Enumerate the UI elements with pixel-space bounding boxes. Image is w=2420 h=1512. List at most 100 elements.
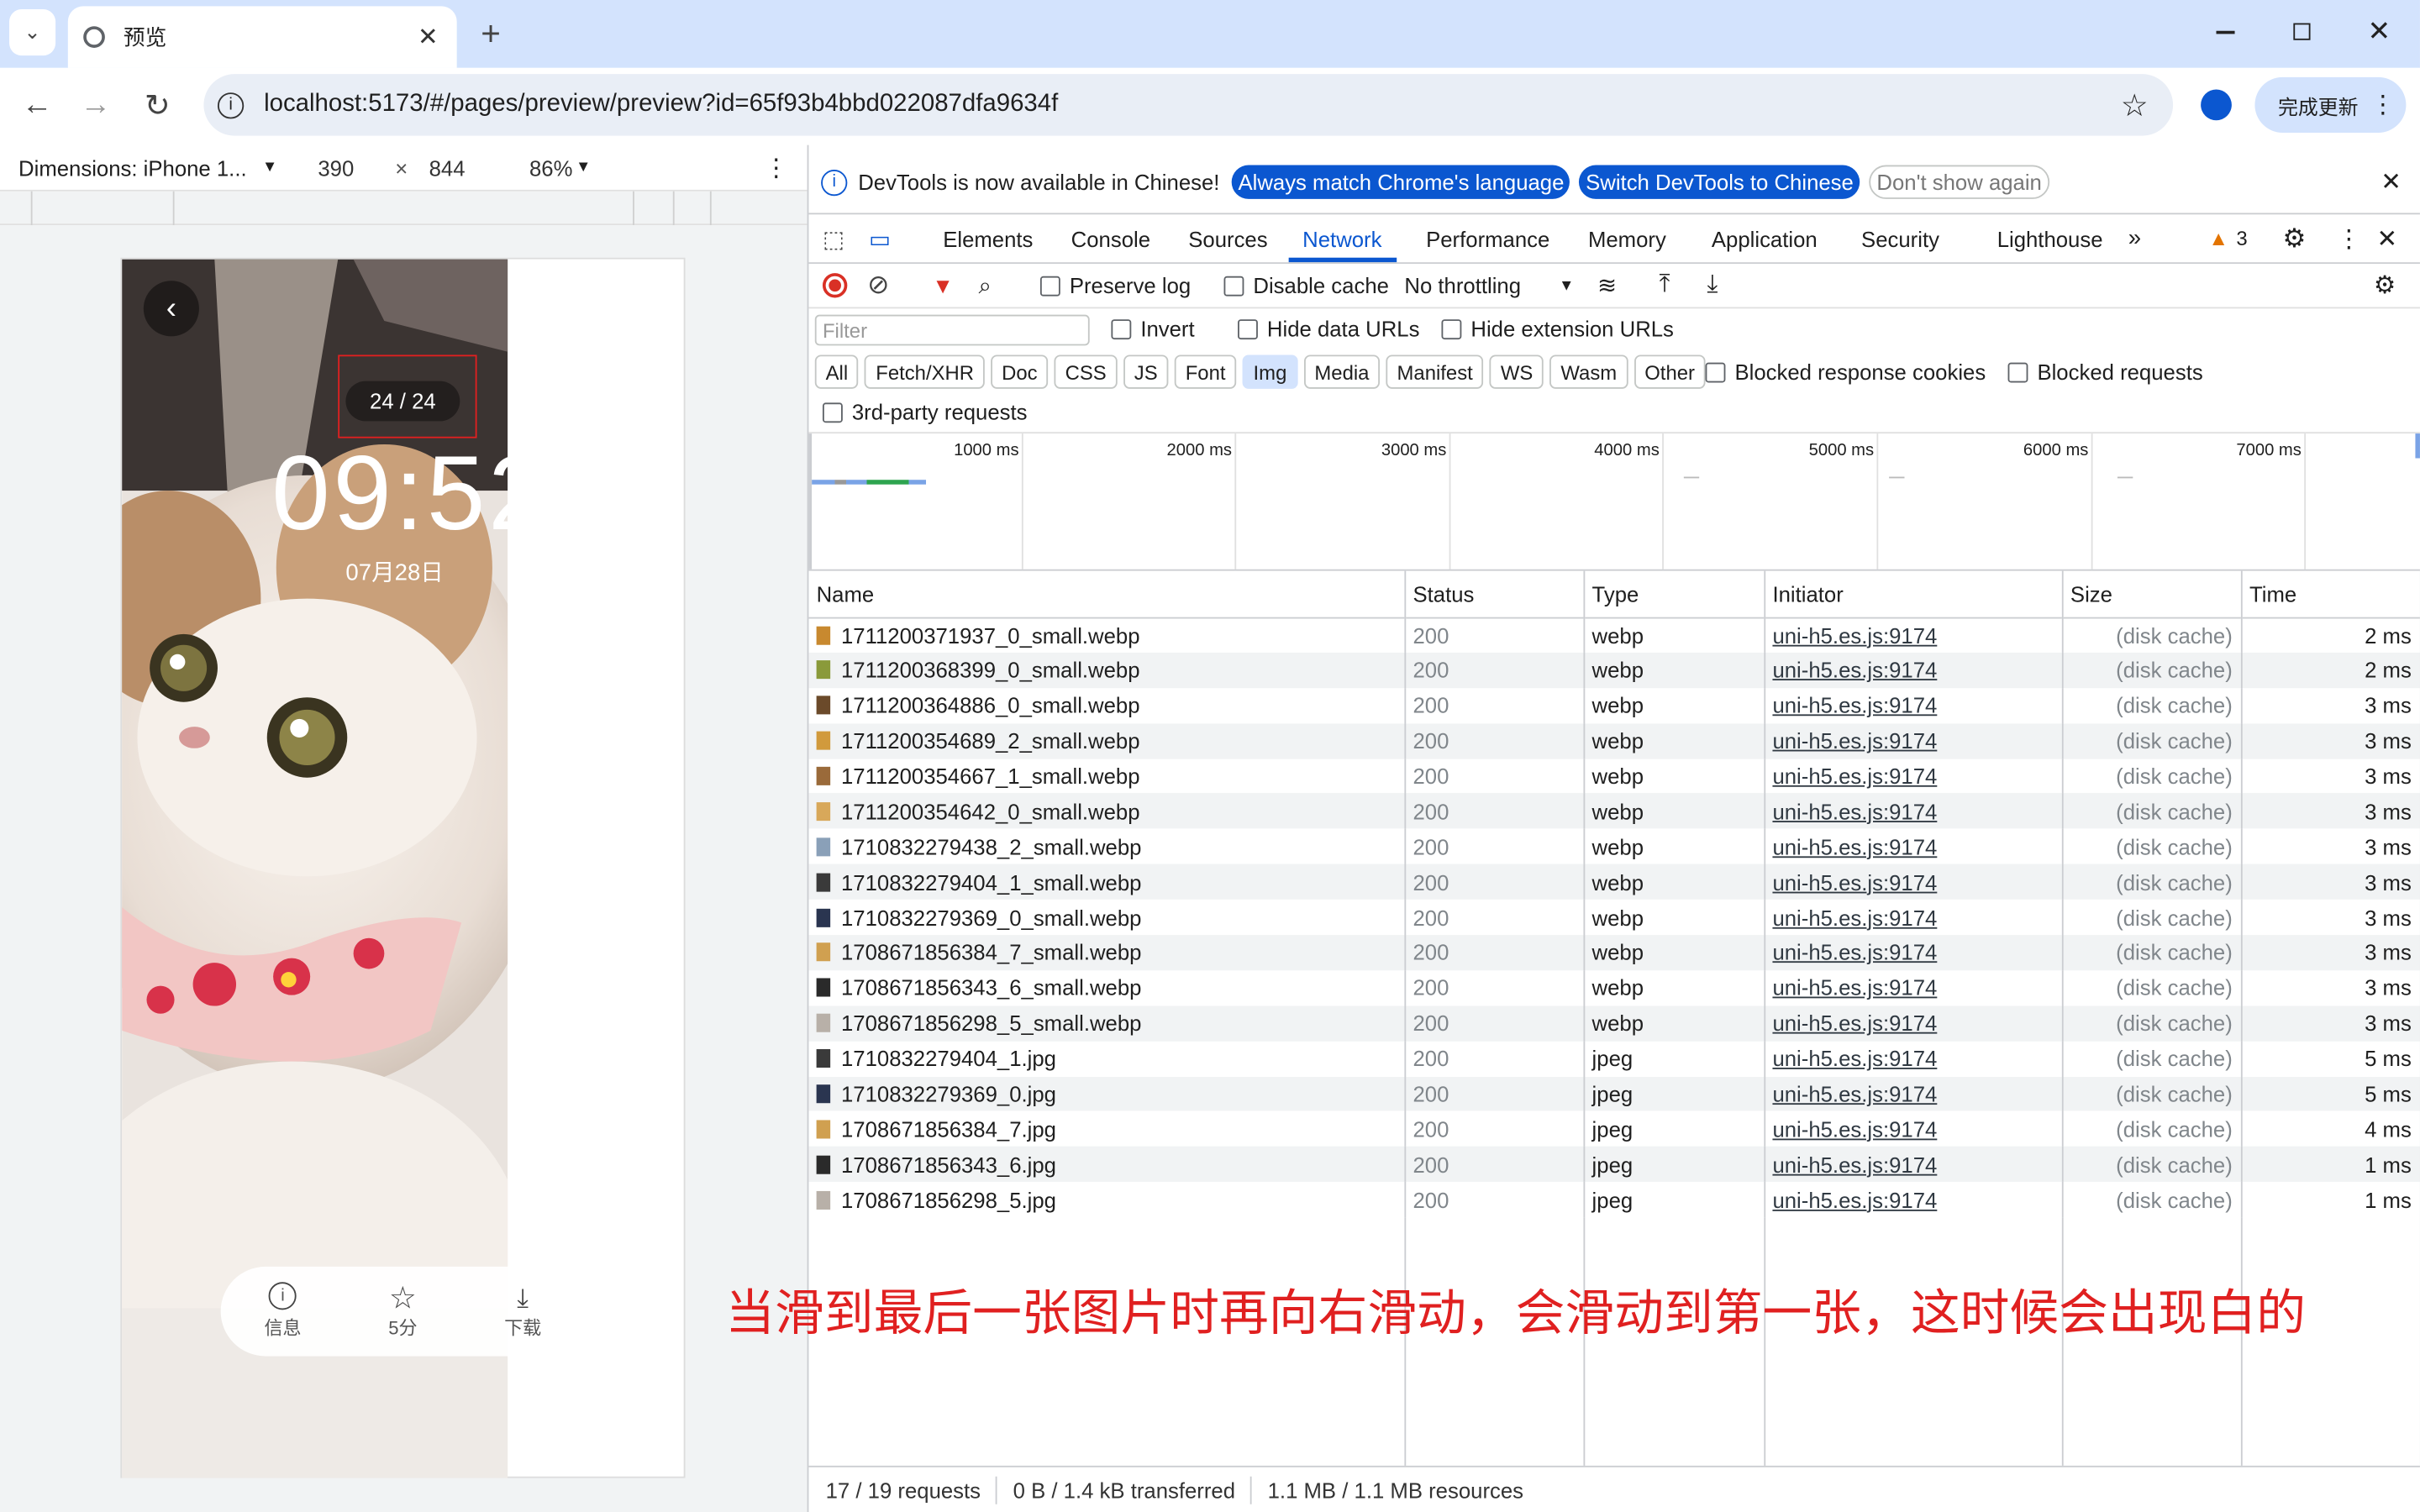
minimize-icon[interactable]	[2216, 30, 2235, 34]
profile-avatar[interactable]	[2201, 89, 2232, 121]
col-initiator[interactable]: Initiator	[1764, 570, 2063, 617]
col-status[interactable]: Status	[1404, 570, 1585, 617]
update-button[interactable]: 完成更新 ⋮	[2254, 76, 2407, 133]
tab-performance[interactable]: Performance	[1426, 226, 1549, 250]
hide-extension-urls-checkbox[interactable]: Hide extension URLs	[1441, 317, 1674, 341]
row-initiator[interactable]: uni-h5.es.js:9174	[1764, 722, 2063, 759]
clear-icon[interactable]: ⊘	[867, 270, 889, 301]
blocked-cookies-checkbox[interactable]: Blocked response cookies	[1705, 360, 1986, 384]
throttling-dropdown-icon[interactable]: ▼	[1559, 277, 1574, 294]
table-row[interactable]: 1708671856298_5_small.webp 200 webp uni-h5.…	[808, 1005, 2420, 1042]
tab-network[interactable]: Network	[1302, 226, 1381, 250]
row-name[interactable]: 1711200354667_1_small.webp	[808, 758, 1406, 794]
search-icon[interactable]: ⌕	[978, 272, 991, 298]
table-row[interactable]: 1710832279404_1_small.webp 200 webp uni-h5.…	[808, 864, 2420, 900]
table-row[interactable]: 1710832279404_1.jpg 200 jpeg uni-h5.es.js:9…	[808, 1041, 2420, 1077]
table-row[interactable]: 1708671856343_6.jpg 200 jpeg uni-h5.es.js:9…	[808, 1147, 2420, 1183]
row-initiator[interactable]: uni-h5.es.js:9174	[1764, 1111, 2063, 1147]
restore-icon[interactable]	[2293, 23, 2311, 40]
device-more-icon[interactable]: ⋮	[764, 152, 788, 183]
table-row[interactable]: 1710832279369_0.jpg 200 jpeg uni-h5.es.js:9…	[808, 1076, 2420, 1112]
hide-data-urls-checkbox[interactable]: Hide data URLs	[1238, 317, 1419, 341]
tab-lighthouse[interactable]: Lighthouse	[1997, 226, 2103, 250]
row-name[interactable]: 1708671856343_6_small.webp	[808, 970, 1406, 1006]
blocked-requests-checkbox[interactable]: Blocked requests	[2007, 360, 2203, 384]
type-media[interactable]: Media	[1303, 354, 1381, 389]
browser-tab[interactable]: 预览 ✕	[67, 6, 457, 68]
table-row[interactable]: 1710832279369_0_small.webp 200 webp uni-h5.…	[808, 900, 2420, 936]
third-party-checkbox[interactable]: 3rd-party requests	[822, 400, 1028, 424]
row-initiator[interactable]: uni-h5.es.js:9174	[1764, 1076, 2063, 1112]
row-name[interactable]: 1710832279369_0.jpg	[808, 1076, 1406, 1112]
tab-elements[interactable]: Elements	[943, 226, 1033, 250]
row-name[interactable]: 1710832279404_1.jpg	[808, 1041, 1406, 1077]
type-css[interactable]: CSS	[1054, 354, 1118, 389]
device-select[interactable]: Dimensions: iPhone 1...	[18, 155, 247, 180]
table-row[interactable]: 1711200368399_0_small.webp 200 webp uni-h5.…	[808, 652, 2420, 688]
reload-icon[interactable]: ↻	[133, 81, 182, 130]
table-row[interactable]: 1711200354642_0_small.webp 200 webp uni-h5.…	[808, 793, 2420, 829]
row-initiator[interactable]: uni-h5.es.js:9174	[1764, 1005, 2063, 1042]
row-name[interactable]: 1711200364886_0_small.webp	[808, 687, 1406, 723]
table-row[interactable]: 1711200364886_0_small.webp 200 webp uni-h5.…	[808, 687, 2420, 723]
disable-cache-checkbox[interactable]: Disable cache	[1223, 273, 1389, 297]
row-initiator[interactable]: uni-h5.es.js:9174	[1764, 1041, 2063, 1077]
row-name[interactable]: 1708671856384_7.jpg	[808, 1111, 1406, 1147]
info-action[interactable]: i 信息	[264, 1282, 302, 1341]
table-row[interactable]: 1708671856384_7_small.webp 200 webp uni-h5.…	[808, 935, 2420, 971]
network-settings-icon[interactable]: ⚙	[2374, 270, 2396, 301]
table-row[interactable]: 1708671856343_6_small.webp 200 webp uni-h5.…	[808, 970, 2420, 1006]
switch-chinese-button[interactable]: Switch DevTools to Chinese	[1579, 165, 1860, 199]
row-name[interactable]: 1708671856384_7_small.webp	[808, 935, 1406, 971]
preserve-log-checkbox[interactable]: Preserve log	[1039, 273, 1191, 297]
dont-show-button[interactable]: Don't show again	[1869, 165, 2050, 199]
col-type[interactable]: Type	[1583, 570, 1765, 617]
rating-action[interactable]: ☆ 5分	[388, 1283, 417, 1340]
devtools-close-icon[interactable]: ✕	[2377, 223, 2398, 254]
address-bar[interactable]: i localhost:5173/#/pages/preview/preview…	[203, 74, 2174, 136]
row-initiator[interactable]: uni-h5.es.js:9174	[1764, 828, 2063, 864]
tab-sources[interactable]: Sources	[1188, 226, 1267, 250]
throttling-select[interactable]: No throttling	[1404, 273, 1521, 297]
type-wasm[interactable]: Wasm	[1549, 354, 1628, 389]
forward-icon[interactable]: →	[71, 81, 120, 130]
type-js[interactable]: JS	[1123, 354, 1169, 389]
row-name[interactable]: 1711200368399_0_small.webp	[808, 652, 1406, 688]
network-conditions-icon[interactable]: ≋	[1597, 271, 1617, 299]
import-har-icon[interactable]: ⤒	[1659, 271, 1670, 299]
type-doc[interactable]: Doc	[991, 354, 1049, 389]
device-height-input[interactable]: 844	[429, 155, 466, 180]
row-name[interactable]: 1708671856343_6.jpg	[808, 1147, 1406, 1183]
invert-checkbox[interactable]: Invert	[1111, 317, 1195, 341]
table-row[interactable]: 1708671856384_7.jpg 200 jpeg uni-h5.es.js:9…	[808, 1111, 2420, 1147]
infobar-close-icon[interactable]: ✕	[2381, 166, 2402, 197]
row-name[interactable]: 1710832279404_1_small.webp	[808, 864, 1406, 900]
table-row[interactable]: 1710832279438_2_small.webp 200 webp uni-h5.…	[808, 828, 2420, 864]
row-initiator[interactable]: uni-h5.es.js:9174	[1764, 687, 2063, 723]
row-initiator[interactable]: uni-h5.es.js:9174	[1764, 935, 2063, 971]
row-initiator[interactable]: uni-h5.es.js:9174	[1764, 1182, 2063, 1218]
col-size[interactable]: Size	[2061, 570, 2242, 617]
row-initiator[interactable]: uni-h5.es.js:9174	[1764, 758, 2063, 794]
row-name[interactable]: 1708671856298_5.jpg	[808, 1182, 1406, 1218]
close-tab-icon[interactable]: ✕	[418, 22, 439, 53]
filter-funnel-icon[interactable]: ▼	[932, 273, 953, 297]
tab-search-chevron-icon[interactable]: ⌄	[9, 9, 56, 56]
row-initiator[interactable]: uni-h5.es.js:9174	[1764, 864, 2063, 900]
timeline-overview[interactable]: 1000 ms 2000 ms 3000 ms 4000 ms 5000 ms …	[808, 433, 2420, 570]
settings-gear-icon[interactable]: ⚙	[2282, 223, 2306, 254]
dropdown-arrow-icon[interactable]: ▼	[262, 159, 277, 176]
type-font[interactable]: Font	[1174, 354, 1237, 389]
url-text[interactable]: localhost:5173/#/pages/preview/preview?i…	[264, 91, 1058, 118]
row-name[interactable]: 1710832279438_2_small.webp	[808, 828, 1406, 864]
row-initiator[interactable]: uni-h5.es.js:9174	[1764, 617, 2063, 653]
row-name[interactable]: 1708671856298_5_small.webp	[808, 1005, 1406, 1042]
table-row[interactable]: 1711200371937_0_small.webp 200 webp uni-h5.…	[808, 617, 2420, 653]
col-time[interactable]: Time	[2240, 570, 2420, 617]
row-initiator[interactable]: uni-h5.es.js:9174	[1764, 1147, 2063, 1183]
filter-input[interactable]: Filter	[814, 314, 1090, 346]
match-language-button[interactable]: Always match Chrome's language	[1232, 165, 1570, 199]
devtools-menu-icon[interactable]: ⋮	[2337, 223, 2361, 254]
table-row[interactable]: 1711200354667_1_small.webp 200 webp uni-h5.…	[808, 758, 2420, 794]
row-initiator[interactable]: uni-h5.es.js:9174	[1764, 652, 2063, 688]
